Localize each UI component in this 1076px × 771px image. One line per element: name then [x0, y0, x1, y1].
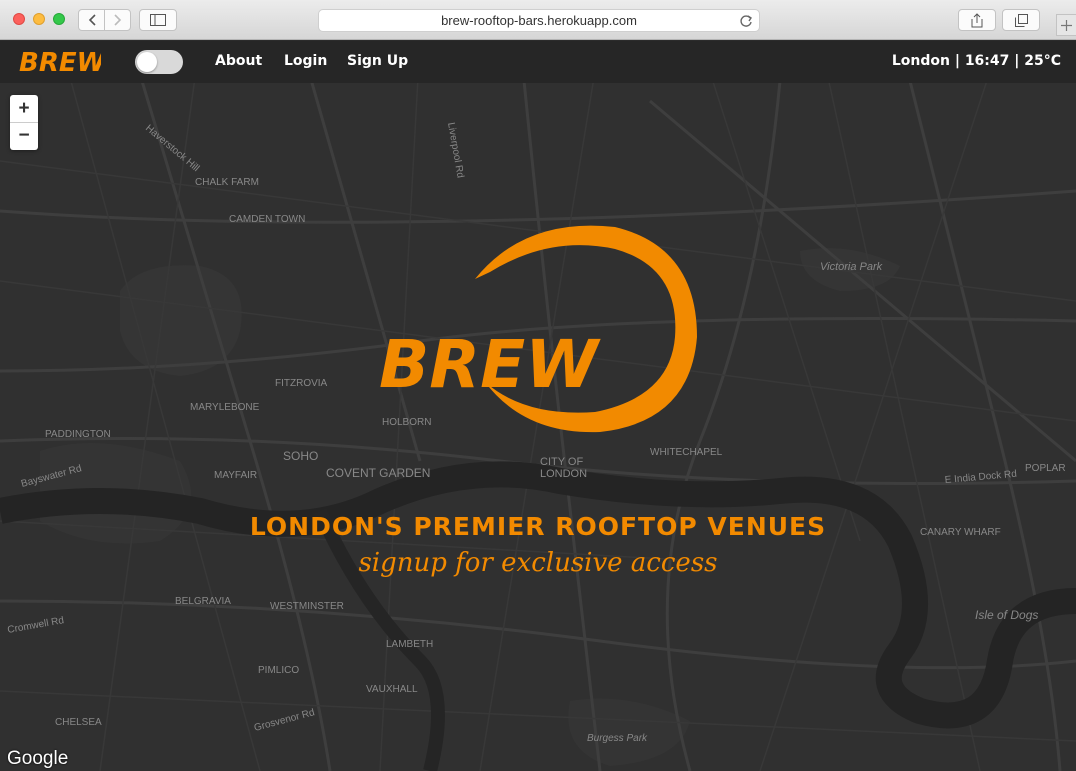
svg-text:Burgess Park: Burgess Park	[587, 733, 648, 744]
app-navbar: BREW About Login Sign Up London | 16:47 …	[0, 41, 1076, 83]
minimize-window-button[interactable]	[33, 13, 45, 25]
new-tab-button[interactable]	[1056, 14, 1076, 36]
share-button[interactable]	[958, 9, 996, 31]
svg-text:WHITECHAPEL: WHITECHAPEL	[650, 447, 723, 458]
svg-text:WESTMINSTER: WESTMINSTER	[270, 601, 344, 612]
hero-tagline: LONDON'S PREMIER ROOFTOP VENUES	[249, 512, 827, 541]
svg-text:Grosvenor Rd: Grosvenor Rd	[253, 707, 316, 734]
svg-text:SOHO: SOHO	[283, 449, 318, 463]
share-icon	[971, 12, 983, 27]
svg-text:MARYLEBONE: MARYLEBONE	[190, 402, 260, 413]
brew-logo[interactable]: BREW	[19, 48, 107, 83]
svg-text:Haverstock Hill: Haverstock Hill	[143, 123, 201, 174]
hero-logo: BREW	[375, 217, 705, 442]
svg-text:PIMLICO: PIMLICO	[258, 665, 299, 676]
chevron-right-icon	[113, 14, 121, 26]
maximize-window-button[interactable]	[53, 13, 65, 25]
url-text: brew-rooftop-bars.herokuapp.com	[441, 13, 637, 28]
toggle-knob	[137, 52, 157, 72]
back-button[interactable]	[79, 10, 104, 30]
tabs-button[interactable]	[1002, 9, 1040, 31]
plus-icon	[1061, 19, 1072, 31]
tabs-icon	[1014, 13, 1028, 27]
history-nav	[78, 9, 131, 31]
map-zoom-control: + −	[10, 95, 38, 150]
svg-text:CHELSEA: CHELSEA	[55, 717, 102, 728]
svg-text:CITY OF: CITY OF	[540, 456, 583, 468]
svg-text:LONDON: LONDON	[540, 468, 587, 480]
svg-text:BREW: BREW	[19, 48, 101, 78]
forward-button[interactable]	[104, 10, 130, 30]
svg-text:PADDINGTON: PADDINGTON	[45, 429, 111, 440]
browser-toolbar: brew-rooftop-bars.herokuapp.com	[0, 0, 1076, 40]
brand-wordmark: BREW	[19, 48, 107, 78]
svg-text:Isle of Dogs: Isle of Dogs	[975, 608, 1038, 622]
nav-login-link[interactable]: Login	[284, 53, 327, 69]
zoom-out-button[interactable]: −	[10, 122, 38, 149]
zoom-in-button[interactable]: +	[10, 95, 38, 122]
hero-subtagline[interactable]: signup for exclusive access	[0, 548, 1076, 578]
hero-logo-text: BREW	[379, 326, 601, 403]
sidebar-icon	[150, 14, 166, 26]
address-bar[interactable]: brew-rooftop-bars.herokuapp.com	[318, 9, 760, 32]
svg-text:COVENT GARDEN: COVENT GARDEN	[326, 466, 430, 480]
theme-toggle[interactable]	[135, 50, 183, 74]
svg-text:POPLAR: POPLAR	[1025, 463, 1066, 474]
svg-text:MAYFAIR: MAYFAIR	[214, 470, 257, 481]
svg-text:VAUXHALL: VAUXHALL	[366, 684, 418, 695]
svg-text:LAMBETH: LAMBETH	[386, 639, 433, 650]
svg-text:BELGRAVIA: BELGRAVIA	[175, 596, 231, 607]
brew-crescent-logo: BREW	[379, 225, 697, 433]
chevron-left-icon	[88, 14, 96, 26]
sidebar-button[interactable]	[139, 9, 177, 31]
google-attribution[interactable]: Google	[7, 748, 68, 770]
svg-text:CAMDEN TOWN: CAMDEN TOWN	[229, 214, 305, 225]
reload-icon[interactable]	[739, 14, 753, 28]
svg-text:FITZROVIA: FITZROVIA	[275, 378, 328, 389]
close-window-button[interactable]	[13, 13, 25, 25]
nav-about-link[interactable]: About	[215, 53, 262, 69]
svg-text:Victoria Park: Victoria Park	[820, 261, 883, 273]
svg-text:CHALK FARM: CHALK FARM	[195, 177, 259, 188]
svg-text:Cromwell Rd: Cromwell Rd	[7, 615, 65, 636]
svg-text:Liverpool Rd: Liverpool Rd	[445, 122, 466, 179]
location-time-weather: London | 16:47 | 25°C	[891, 53, 1061, 69]
nav-signup-link[interactable]: Sign Up	[347, 53, 408, 69]
